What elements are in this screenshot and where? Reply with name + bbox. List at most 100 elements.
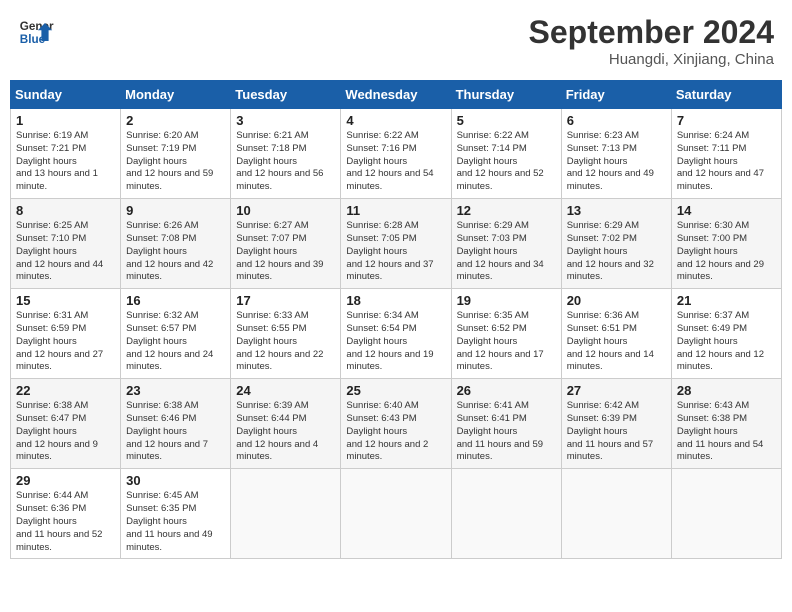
table-cell: 19 Sunrise: 6:35 AM Sunset: 6:52 PM Dayl… xyxy=(451,289,561,379)
day-info: Sunrise: 6:43 AM Sunset: 6:38 PM Dayligh… xyxy=(677,400,776,464)
day-info: Sunrise: 6:25 AM Sunset: 7:10 PM Dayligh… xyxy=(16,220,115,284)
day-number: 25 xyxy=(346,383,445,398)
day-number: 1 xyxy=(16,113,115,128)
col-thursday: Thursday xyxy=(451,81,561,109)
day-number: 20 xyxy=(567,293,666,308)
table-cell: 5 Sunrise: 6:22 AM Sunset: 7:14 PM Dayli… xyxy=(451,109,561,199)
table-cell: 17 Sunrise: 6:33 AM Sunset: 6:55 PM Dayl… xyxy=(231,289,341,379)
table-cell: 30 Sunrise: 6:45 AM Sunset: 6:35 PM Dayl… xyxy=(121,469,231,559)
calendar-header-row: Sunday Monday Tuesday Wednesday Thursday… xyxy=(11,81,782,109)
day-info: Sunrise: 6:37 AM Sunset: 6:49 PM Dayligh… xyxy=(677,310,776,374)
table-cell xyxy=(561,469,671,559)
col-saturday: Saturday xyxy=(671,81,781,109)
table-cell: 15 Sunrise: 6:31 AM Sunset: 6:59 PM Dayl… xyxy=(11,289,121,379)
table-cell: 8 Sunrise: 6:25 AM Sunset: 7:10 PM Dayli… xyxy=(11,199,121,289)
table-cell: 16 Sunrise: 6:32 AM Sunset: 6:57 PM Dayl… xyxy=(121,289,231,379)
day-info: Sunrise: 6:38 AM Sunset: 6:46 PM Dayligh… xyxy=(126,400,225,464)
calendar-week-row: 8 Sunrise: 6:25 AM Sunset: 7:10 PM Dayli… xyxy=(11,199,782,289)
table-cell: 29 Sunrise: 6:44 AM Sunset: 6:36 PM Dayl… xyxy=(11,469,121,559)
title-block: September 2024 Huangdi, Xinjiang, China xyxy=(529,14,774,68)
day-info: Sunrise: 6:34 AM Sunset: 6:54 PM Dayligh… xyxy=(346,310,445,374)
day-number: 21 xyxy=(677,293,776,308)
day-info: Sunrise: 6:31 AM Sunset: 6:59 PM Dayligh… xyxy=(16,310,115,374)
day-number: 2 xyxy=(126,113,225,128)
table-cell: 12 Sunrise: 6:29 AM Sunset: 7:03 PM Dayl… xyxy=(451,199,561,289)
table-cell: 4 Sunrise: 6:22 AM Sunset: 7:16 PM Dayli… xyxy=(341,109,451,199)
table-cell xyxy=(341,469,451,559)
table-cell: 28 Sunrise: 6:43 AM Sunset: 6:38 PM Dayl… xyxy=(671,379,781,469)
day-number: 13 xyxy=(567,203,666,218)
svg-text:General: General xyxy=(20,20,54,33)
day-number: 18 xyxy=(346,293,445,308)
day-info: Sunrise: 6:20 AM Sunset: 7:19 PM Dayligh… xyxy=(126,130,225,194)
day-number: 28 xyxy=(677,383,776,398)
table-cell xyxy=(451,469,561,559)
day-info: Sunrise: 6:39 AM Sunset: 6:44 PM Dayligh… xyxy=(236,400,335,464)
table-cell: 7 Sunrise: 6:24 AM Sunset: 7:11 PM Dayli… xyxy=(671,109,781,199)
table-cell: 21 Sunrise: 6:37 AM Sunset: 6:49 PM Dayl… xyxy=(671,289,781,379)
table-cell: 6 Sunrise: 6:23 AM Sunset: 7:13 PM Dayli… xyxy=(561,109,671,199)
day-number: 29 xyxy=(16,473,115,488)
table-cell: 23 Sunrise: 6:38 AM Sunset: 6:46 PM Dayl… xyxy=(121,379,231,469)
day-info: Sunrise: 6:23 AM Sunset: 7:13 PM Dayligh… xyxy=(567,130,666,194)
day-info: Sunrise: 6:30 AM Sunset: 7:00 PM Dayligh… xyxy=(677,220,776,284)
table-cell: 26 Sunrise: 6:41 AM Sunset: 6:41 PM Dayl… xyxy=(451,379,561,469)
day-number: 7 xyxy=(677,113,776,128)
day-info: Sunrise: 6:38 AM Sunset: 6:47 PM Dayligh… xyxy=(16,400,115,464)
calendar-week-row: 29 Sunrise: 6:44 AM Sunset: 6:36 PM Dayl… xyxy=(11,469,782,559)
location-title: Huangdi, Xinjiang, China xyxy=(529,51,774,68)
table-cell: 3 Sunrise: 6:21 AM Sunset: 7:18 PM Dayli… xyxy=(231,109,341,199)
col-tuesday: Tuesday xyxy=(231,81,341,109)
day-info: Sunrise: 6:22 AM Sunset: 7:16 PM Dayligh… xyxy=(346,130,445,194)
day-info: Sunrise: 6:26 AM Sunset: 7:08 PM Dayligh… xyxy=(126,220,225,284)
day-info: Sunrise: 6:42 AM Sunset: 6:39 PM Dayligh… xyxy=(567,400,666,464)
col-monday: Monday xyxy=(121,81,231,109)
day-info: Sunrise: 6:44 AM Sunset: 6:36 PM Dayligh… xyxy=(16,490,115,554)
day-number: 3 xyxy=(236,113,335,128)
logo: General Blue xyxy=(18,14,54,50)
day-number: 12 xyxy=(457,203,556,218)
day-number: 6 xyxy=(567,113,666,128)
day-number: 19 xyxy=(457,293,556,308)
day-info: Sunrise: 6:22 AM Sunset: 7:14 PM Dayligh… xyxy=(457,130,556,194)
col-wednesday: Wednesday xyxy=(341,81,451,109)
page-header: General Blue September 2024 Huangdi, Xin… xyxy=(10,10,782,72)
day-number: 11 xyxy=(346,203,445,218)
day-info: Sunrise: 6:40 AM Sunset: 6:43 PM Dayligh… xyxy=(346,400,445,464)
day-number: 22 xyxy=(16,383,115,398)
day-number: 26 xyxy=(457,383,556,398)
col-friday: Friday xyxy=(561,81,671,109)
table-cell: 18 Sunrise: 6:34 AM Sunset: 6:54 PM Dayl… xyxy=(341,289,451,379)
table-cell: 22 Sunrise: 6:38 AM Sunset: 6:47 PM Dayl… xyxy=(11,379,121,469)
day-info: Sunrise: 6:32 AM Sunset: 6:57 PM Dayligh… xyxy=(126,310,225,374)
month-title: September 2024 xyxy=(529,14,774,51)
day-info: Sunrise: 6:29 AM Sunset: 7:03 PM Dayligh… xyxy=(457,220,556,284)
table-cell: 14 Sunrise: 6:30 AM Sunset: 7:00 PM Dayl… xyxy=(671,199,781,289)
calendar-week-row: 22 Sunrise: 6:38 AM Sunset: 6:47 PM Dayl… xyxy=(11,379,782,469)
table-cell: 13 Sunrise: 6:29 AM Sunset: 7:02 PM Dayl… xyxy=(561,199,671,289)
table-cell: 2 Sunrise: 6:20 AM Sunset: 7:19 PM Dayli… xyxy=(121,109,231,199)
table-cell: 20 Sunrise: 6:36 AM Sunset: 6:51 PM Dayl… xyxy=(561,289,671,379)
col-sunday: Sunday xyxy=(11,81,121,109)
day-number: 8 xyxy=(16,203,115,218)
calendar-week-row: 1 Sunrise: 6:19 AM Sunset: 7:21 PM Dayli… xyxy=(11,109,782,199)
table-cell xyxy=(671,469,781,559)
day-number: 9 xyxy=(126,203,225,218)
day-number: 30 xyxy=(126,473,225,488)
day-number: 10 xyxy=(236,203,335,218)
table-cell: 25 Sunrise: 6:40 AM Sunset: 6:43 PM Dayl… xyxy=(341,379,451,469)
day-number: 4 xyxy=(346,113,445,128)
day-number: 24 xyxy=(236,383,335,398)
logo-icon: General Blue xyxy=(18,14,54,50)
table-cell: 24 Sunrise: 6:39 AM Sunset: 6:44 PM Dayl… xyxy=(231,379,341,469)
table-cell xyxy=(231,469,341,559)
day-info: Sunrise: 6:45 AM Sunset: 6:35 PM Dayligh… xyxy=(126,490,225,554)
day-info: Sunrise: 6:41 AM Sunset: 6:41 PM Dayligh… xyxy=(457,400,556,464)
table-cell: 1 Sunrise: 6:19 AM Sunset: 7:21 PM Dayli… xyxy=(11,109,121,199)
day-info: Sunrise: 6:29 AM Sunset: 7:02 PM Dayligh… xyxy=(567,220,666,284)
day-info: Sunrise: 6:36 AM Sunset: 6:51 PM Dayligh… xyxy=(567,310,666,374)
calendar-week-row: 15 Sunrise: 6:31 AM Sunset: 6:59 PM Dayl… xyxy=(11,289,782,379)
table-cell: 10 Sunrise: 6:27 AM Sunset: 7:07 PM Dayl… xyxy=(231,199,341,289)
calendar-table: Sunday Monday Tuesday Wednesday Thursday… xyxy=(10,80,782,559)
day-info: Sunrise: 6:19 AM Sunset: 7:21 PM Dayligh… xyxy=(16,130,115,194)
